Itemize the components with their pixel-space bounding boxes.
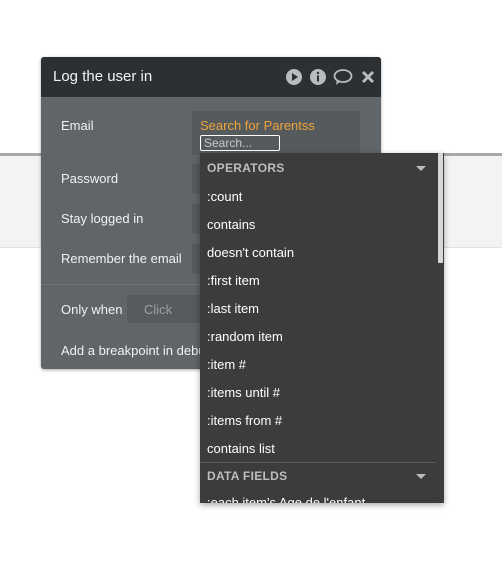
- data-field-item[interactable]: :each item's Age de l'enfant: [207, 495, 365, 503]
- operator-item[interactable]: contains: [207, 217, 255, 232]
- play-icon[interactable]: [285, 68, 303, 86]
- info-icon[interactable]: [309, 68, 327, 86]
- only-when-placeholder: Click: [144, 302, 173, 317]
- operators-section-header[interactable]: OPERATORS: [200, 153, 436, 183]
- stay-logged-in-label: Stay logged in: [61, 211, 144, 226]
- remember-email-label: Remember the email: [61, 251, 182, 266]
- only-when-condition-field[interactable]: Click: [127, 295, 207, 323]
- data-fields-title: DATA FIELDS: [207, 469, 288, 483]
- operator-item[interactable]: :first item: [207, 273, 260, 288]
- only-when-label: Only when: [61, 302, 123, 317]
- chevron-down-icon: [416, 166, 426, 171]
- operator-item[interactable]: :count: [207, 189, 242, 204]
- comment-icon[interactable]: [333, 68, 353, 86]
- operators-title: OPERATORS: [207, 161, 285, 175]
- password-label: Password: [61, 171, 119, 186]
- close-icon[interactable]: [359, 68, 377, 86]
- chevron-down-icon: [416, 474, 426, 479]
- panel-header: Log the user in: [41, 57, 381, 97]
- email-dynamic-value[interactable]: Search for Parentss: [200, 118, 315, 133]
- operator-item[interactable]: doesn't contain: [207, 245, 294, 260]
- breakpoint-label[interactable]: Add a breakpoint in debu: [61, 343, 206, 358]
- expression-search-input[interactable]: [200, 135, 280, 151]
- dropdown-scrollbar[interactable]: [438, 153, 443, 263]
- email-label: Email: [61, 118, 94, 133]
- panel-title: Log the user in: [53, 68, 153, 85]
- operator-item[interactable]: contains list: [207, 441, 275, 456]
- operator-item[interactable]: :random item: [207, 329, 283, 344]
- operator-item[interactable]: :items from #: [207, 413, 282, 428]
- operator-item[interactable]: :item #: [207, 357, 246, 372]
- data-fields-section-header[interactable]: DATA FIELDS: [200, 461, 436, 491]
- operator-item[interactable]: :items until #: [207, 385, 280, 400]
- operator-item[interactable]: :last item: [207, 301, 259, 316]
- expression-dropdown: OPERATORS :count contains doesn't contai…: [200, 153, 444, 503]
